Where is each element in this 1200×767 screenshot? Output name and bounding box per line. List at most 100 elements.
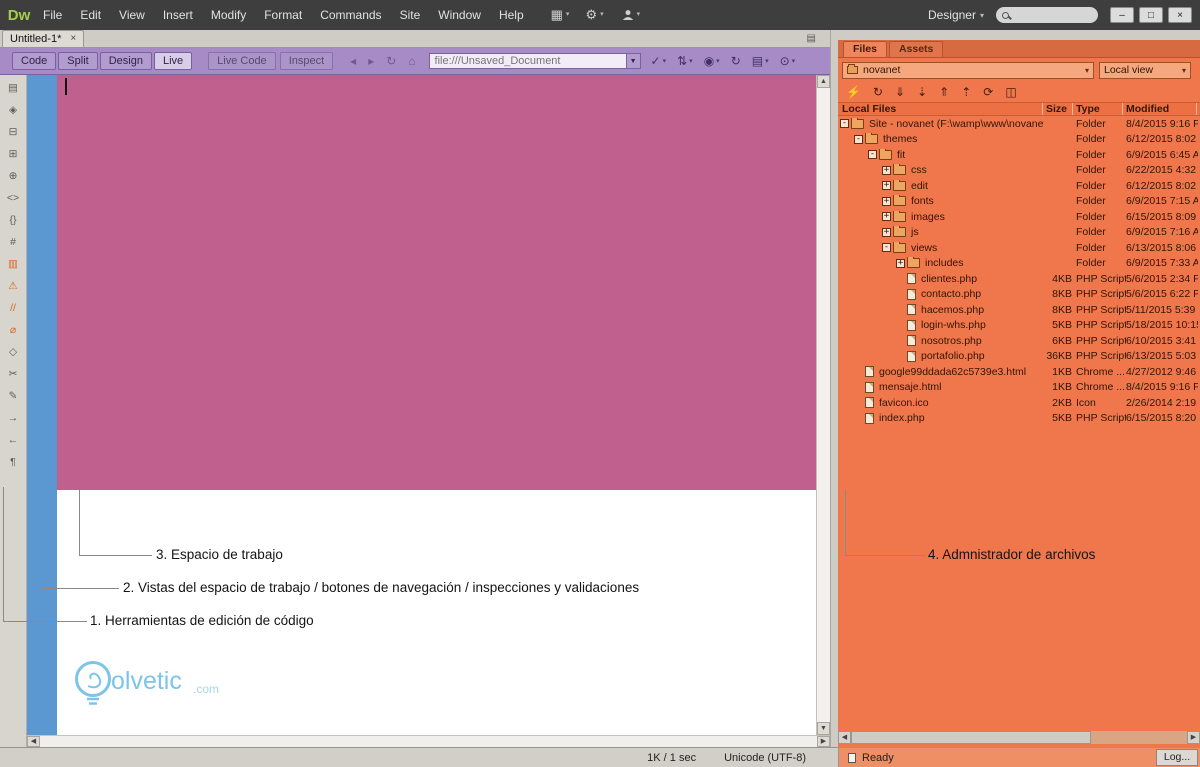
tree-expander-icon[interactable]: -	[868, 150, 877, 160]
table-row[interactable]: nosotros.php 6KB PHP Script 6/10/2015 3:…	[838, 333, 1200, 349]
menu-item[interactable]: Window	[429, 0, 490, 30]
expand-panel-icon[interactable]: ◫	[1005, 82, 1016, 102]
get-files-icon[interactable]: ⇓	[895, 82, 905, 102]
open-documents-icon[interactable]: ▤	[5, 82, 22, 95]
table-row[interactable]: google99ddada62c5739e3.html 1KB Chrome .…	[838, 364, 1200, 380]
table-row[interactable]: index.php 5KB PHP Script 6/15/2015 8:20 …	[838, 411, 1200, 427]
select-parent-tag-icon[interactable]: <>	[5, 192, 22, 205]
scrollbar-thumb[interactable]	[851, 731, 1091, 744]
table-row[interactable]: - themes Folder 6/12/2015 8:02 P	[838, 132, 1200, 148]
recent-snippets-icon[interactable]: ✂	[5, 368, 22, 381]
tree-expander-icon[interactable]: +	[882, 196, 891, 206]
menu-item[interactable]: View	[110, 0, 154, 30]
close-button[interactable]: ×	[1168, 7, 1192, 23]
outdent-code-icon[interactable]: ←	[5, 434, 22, 447]
scroll-down-icon[interactable]: ▼	[817, 722, 830, 735]
column-header-modified[interactable]: Modified	[1126, 103, 1169, 116]
table-row[interactable]: - views Folder 6/13/2015 8:06 P	[838, 240, 1200, 256]
code-button[interactable]: Code	[12, 52, 57, 70]
file-transfer-icon[interactable]: ⇅	[677, 48, 693, 75]
menu-item[interactable]: Edit	[71, 0, 110, 30]
apply-comment-icon[interactable]: //	[5, 302, 22, 315]
tree-expander-icon[interactable]: -	[882, 243, 891, 253]
table-row[interactable]: + css Folder 6/22/2015 4:32 P	[838, 163, 1200, 179]
column-header-local-files[interactable]: Local Files	[842, 103, 896, 116]
highlight-invalid-code-icon[interactable]: ▥	[5, 258, 22, 271]
table-row[interactable]: mensaje.html 1KB Chrome ... 8/4/2015 9:1…	[838, 380, 1200, 396]
checkout-files-icon[interactable]: ⇣	[917, 82, 927, 102]
menu-item[interactable]: Modify	[202, 0, 255, 30]
scroll-left-icon[interactable]: ◀	[838, 731, 851, 744]
table-row[interactable]: clientes.php 4KB PHP Script 5/6/2015 2:3…	[838, 271, 1200, 287]
design-button[interactable]: Design	[99, 52, 152, 70]
table-row[interactable]: hacemos.php 8KB PHP Script 5/11/2015 5:3…	[838, 302, 1200, 318]
panel-splitter[interactable]	[830, 30, 838, 747]
home-icon[interactable]: ⌂	[403, 48, 420, 75]
column-header-size[interactable]: Size	[1046, 103, 1067, 116]
balance-braces-icon[interactable]: {}	[5, 214, 22, 227]
menu-item[interactable]: Site	[391, 0, 430, 30]
panel-horizontal-scrollbar[interactable]: ◀ ▶	[838, 731, 1200, 744]
connect-remote-icon[interactable]: ⚡	[846, 82, 861, 102]
document-tab[interactable]: Untitled-1* ×	[2, 30, 85, 47]
table-row[interactable]: contacto.php 8KB PHP Script 5/6/2015 6:2…	[838, 287, 1200, 303]
live-button[interactable]: Live	[153, 52, 193, 70]
files-tab[interactable]: Files	[843, 41, 887, 57]
refresh-icon[interactable]: ↻	[381, 48, 401, 75]
split-button[interactable]: Split	[58, 52, 98, 70]
validate-icon[interactable]: ✓	[651, 48, 667, 75]
address-dropdown-icon[interactable]: ▼	[626, 53, 641, 69]
vertical-scrollbar[interactable]: ▲ ▼	[816, 75, 830, 735]
layout-grid-icon[interactable]: ▦	[551, 0, 570, 30]
horizontal-scrollbar[interactable]: ◀ ▶	[0, 735, 830, 747]
workspace-switcher[interactable]: Designer	[928, 8, 984, 22]
live-code-button[interactable]: Live Code	[208, 52, 276, 70]
menu-item[interactable]: File	[34, 0, 71, 30]
table-row[interactable]: + edit Folder 6/12/2015 8:02 P	[838, 178, 1200, 194]
visual-aids-icon[interactable]: ⊙	[780, 48, 796, 75]
forward-icon[interactable]: ▸	[363, 48, 379, 75]
menu-item[interactable]: Commands	[311, 0, 390, 30]
scroll-right-icon[interactable]: ▶	[817, 736, 830, 747]
wrap-tag-icon[interactable]: ◇	[5, 346, 22, 359]
tree-expander-icon[interactable]: +	[882, 227, 891, 237]
tree-expander-icon[interactable]: +	[882, 181, 891, 191]
minimize-button[interactable]: –	[1110, 7, 1134, 23]
scroll-right-icon[interactable]: ▶	[1187, 731, 1200, 744]
collapse-full-tag-icon[interactable]: ⊟	[5, 126, 22, 139]
refresh-design-icon[interactable]: ↻	[731, 48, 741, 75]
address-bar[interactable]: file:///Unsaved_Document	[428, 53, 627, 69]
tree-expander-icon[interactable]: +	[896, 258, 905, 268]
column-header-type[interactable]: Type	[1076, 103, 1100, 116]
line-numbers-icon[interactable]: #	[5, 236, 22, 249]
user-community-icon[interactable]	[622, 0, 641, 30]
view-dropdown[interactable]: Local view	[1099, 61, 1191, 79]
table-row[interactable]: - Site - novanet (F:\wamp\www\novanet) F…	[838, 116, 1200, 132]
table-row[interactable]: + fonts Folder 6/9/2015 7:15 A	[838, 194, 1200, 210]
table-row[interactable]: favicon.ico 2KB Icon 2/26/2014 2:19 P	[838, 395, 1200, 411]
move-css-rule-icon[interactable]: ✎	[5, 390, 22, 403]
table-row[interactable]: + includes Folder 6/9/2015 7:33 A	[838, 256, 1200, 272]
table-row[interactable]: login-whs.php 5KB PHP Script 5/18/2015 1…	[838, 318, 1200, 334]
back-icon[interactable]: ◂	[345, 48, 361, 75]
search-input[interactable]	[996, 7, 1098, 23]
table-row[interactable]: + images Folder 6/15/2015 8:09 P	[838, 209, 1200, 225]
expand-all-icon[interactable]: ⊕	[5, 170, 22, 183]
refresh-files-icon[interactable]: ↻	[873, 82, 883, 102]
tree-expander-icon[interactable]: +	[882, 165, 891, 175]
remove-comment-icon[interactable]: ⌀	[5, 324, 22, 337]
table-row[interactable]: + js Folder 6/9/2015 7:16 A	[838, 225, 1200, 241]
table-row[interactable]: - fit Folder 6/9/2015 6:45 A	[838, 147, 1200, 163]
log-button[interactable]: Log...	[1156, 749, 1198, 766]
checkin-files-icon[interactable]: ⇡	[961, 82, 971, 102]
site-dropdown[interactable]: novanet	[842, 61, 1094, 79]
synchronize-icon[interactable]: ⟳	[983, 82, 993, 102]
inspect-button[interactable]: Inspect	[279, 52, 334, 70]
indent-code-icon[interactable]: →	[5, 412, 22, 425]
view-options-icon[interactable]: ▤	[752, 48, 769, 75]
syntax-error-alerts-icon[interactable]: ⚠	[5, 280, 22, 293]
tree-expander-icon[interactable]: -	[854, 134, 863, 144]
format-source-code-icon[interactable]: ¶	[5, 456, 22, 469]
preview-browser-icon[interactable]: ◉	[704, 48, 720, 75]
menu-item[interactable]: Help	[490, 0, 533, 30]
